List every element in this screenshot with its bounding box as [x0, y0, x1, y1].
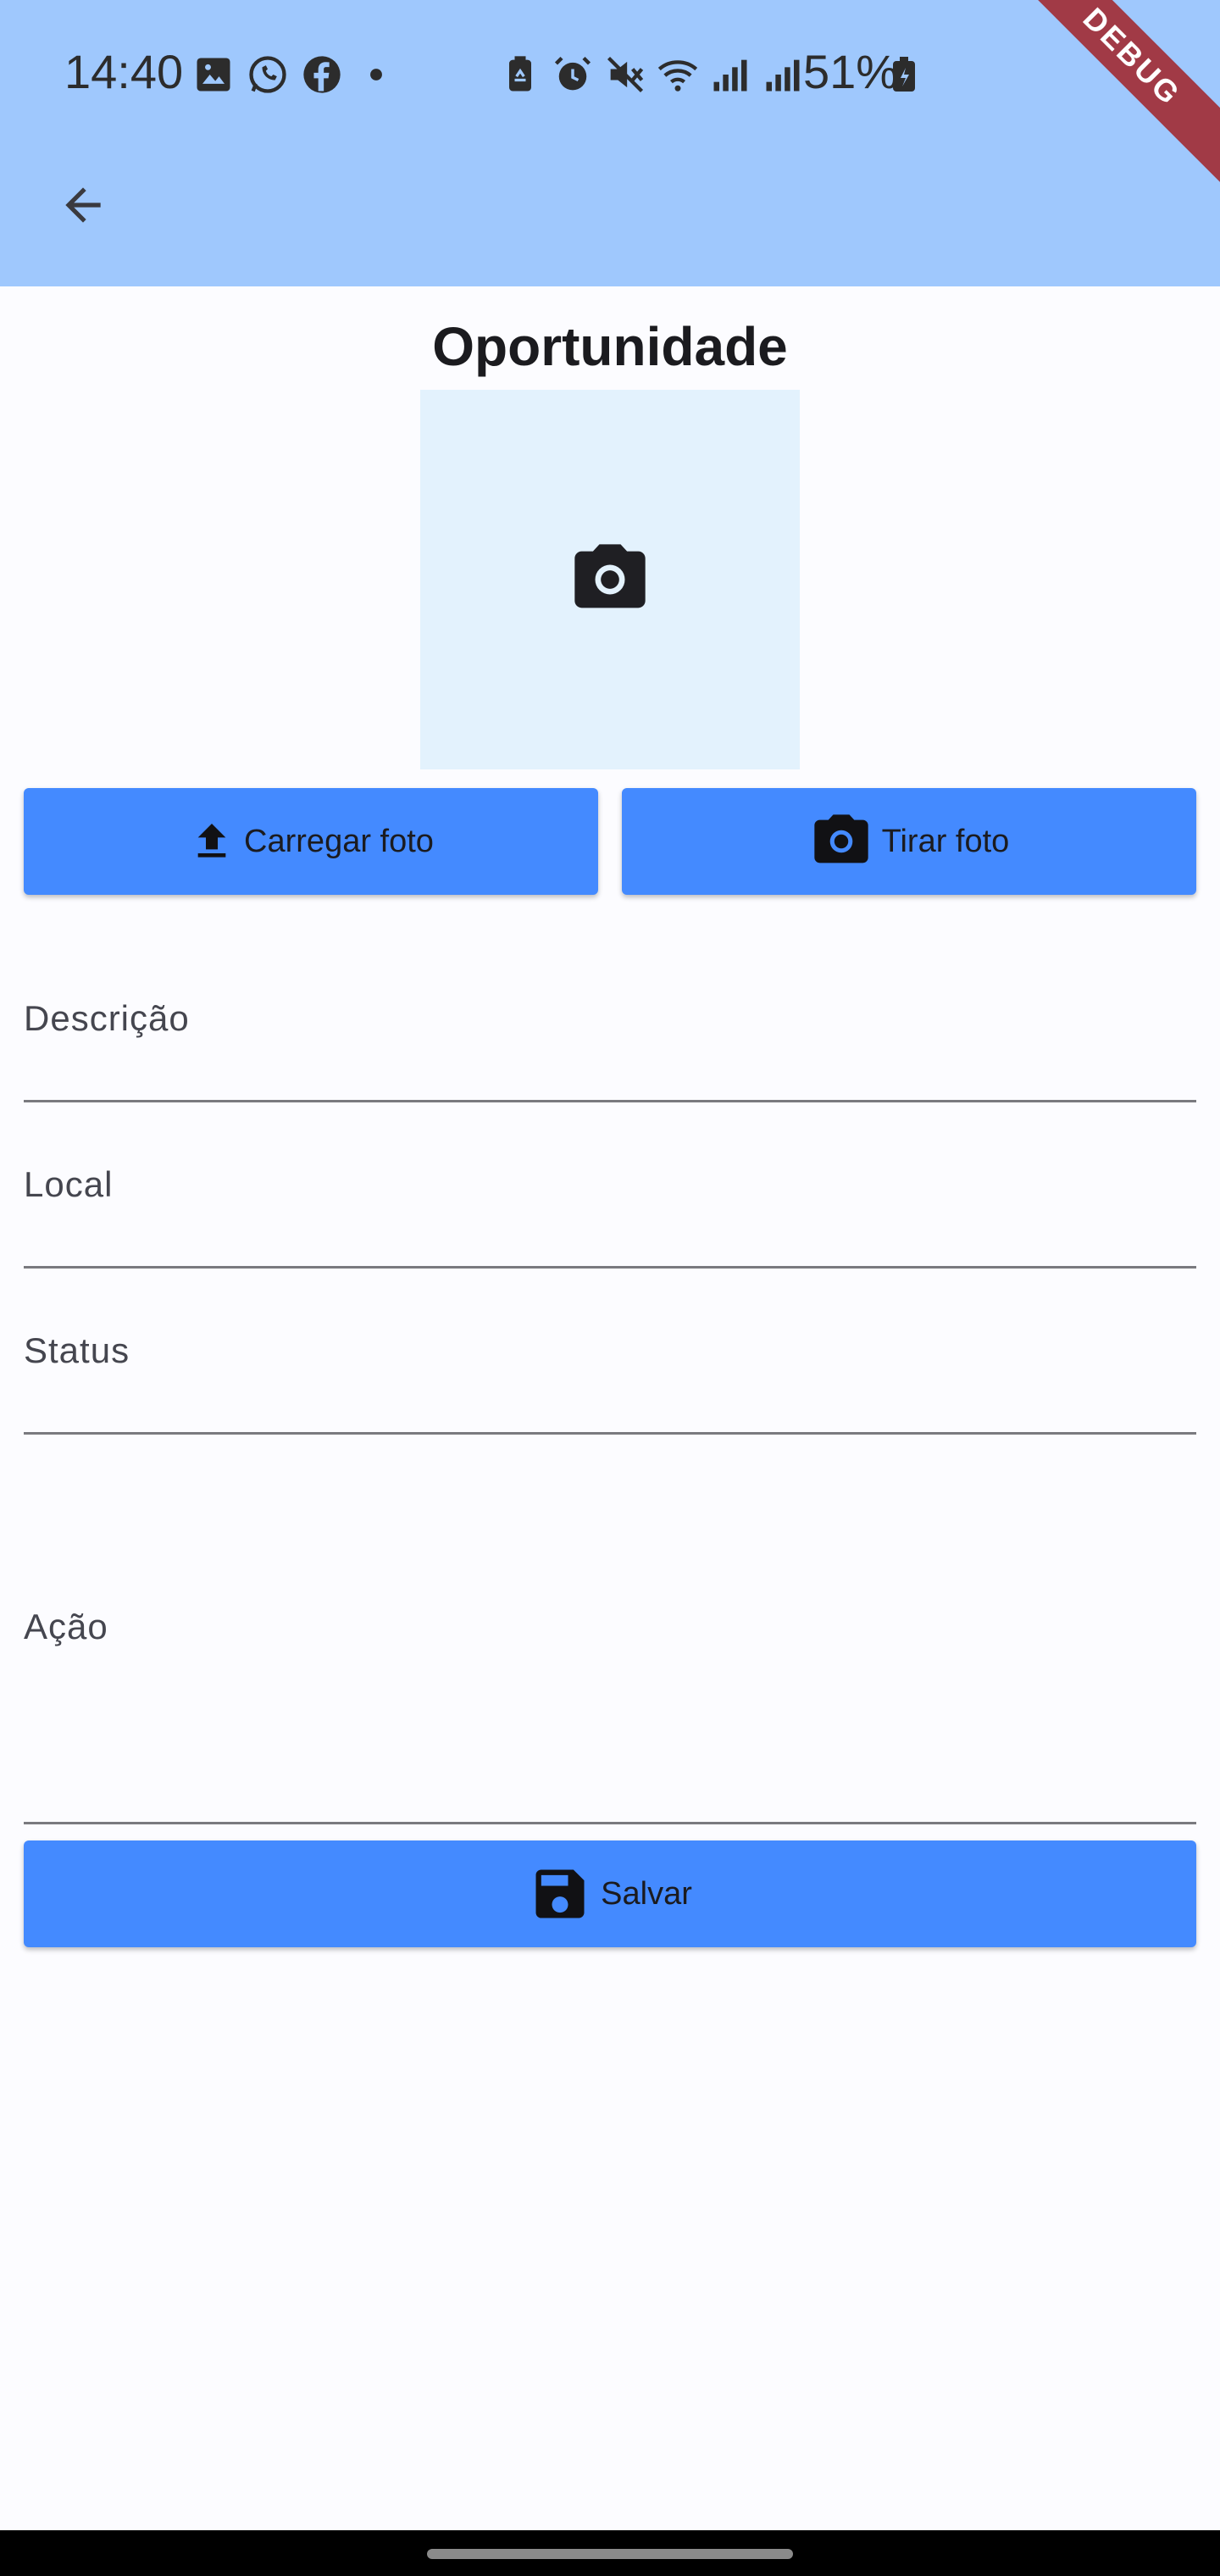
local-input[interactable] [24, 1208, 1196, 1259]
battery-icon [893, 57, 915, 92]
save-icon [535, 1869, 585, 1918]
status-label: Status [24, 1330, 130, 1370]
camera-icon [574, 544, 646, 608]
system-icons [498, 53, 805, 97]
navigation-bar [0, 2530, 1220, 2576]
mute-icon [607, 56, 644, 93]
take-photo-button[interactable]: Tirar foto [622, 788, 1196, 895]
notification-icons [191, 53, 398, 97]
camera-icon [814, 814, 868, 863]
acao-label: Ação [24, 1607, 108, 1646]
arrow-back-icon [65, 187, 101, 223]
status-bar: 14:40 51% [0, 0, 1220, 144]
local-field[interactable]: Local [24, 1100, 1196, 1269]
upload-photo-label: Carregar foto [244, 823, 434, 859]
signal-icon [713, 59, 747, 92]
status-time: 14:40 [64, 45, 184, 98]
descricao-field[interactable]: Descrição [24, 932, 1196, 1102]
save-label: Salvar [601, 1875, 692, 1912]
facebook-icon [303, 56, 341, 93]
acao-field[interactable]: Ação [24, 1432, 1196, 1824]
home-gesture-handle[interactable] [427, 2549, 793, 2559]
save-button[interactable]: Salvar [24, 1840, 1196, 1947]
page-title: Oportunidade [432, 316, 788, 377]
dot-icon [370, 69, 382, 80]
acao-input[interactable] [24, 1764, 1196, 1815]
signal-icon [766, 59, 800, 92]
back-button[interactable] [44, 166, 122, 244]
battery-percent: 51% [803, 45, 899, 98]
local-label: Local [24, 1164, 114, 1204]
photo-preview [420, 390, 800, 769]
alarm-icon [554, 56, 591, 91]
descricao-input[interactable] [24, 1042, 1196, 1093]
upload-photo-button[interactable]: Carregar foto [24, 788, 598, 895]
gallery-icon [197, 58, 230, 92]
app-bar: 14:40 51% [0, 0, 1220, 286]
upload-icon [197, 824, 226, 858]
take-photo-label: Tirar foto [881, 823, 1010, 859]
wifi-icon [657, 60, 698, 92]
status-field[interactable]: Status [24, 1266, 1196, 1435]
recycle-battery-icon [509, 56, 531, 92]
status-input[interactable] [24, 1374, 1196, 1425]
whatsapp-icon [249, 56, 286, 93]
descricao-label: Descrição [24, 998, 190, 1038]
